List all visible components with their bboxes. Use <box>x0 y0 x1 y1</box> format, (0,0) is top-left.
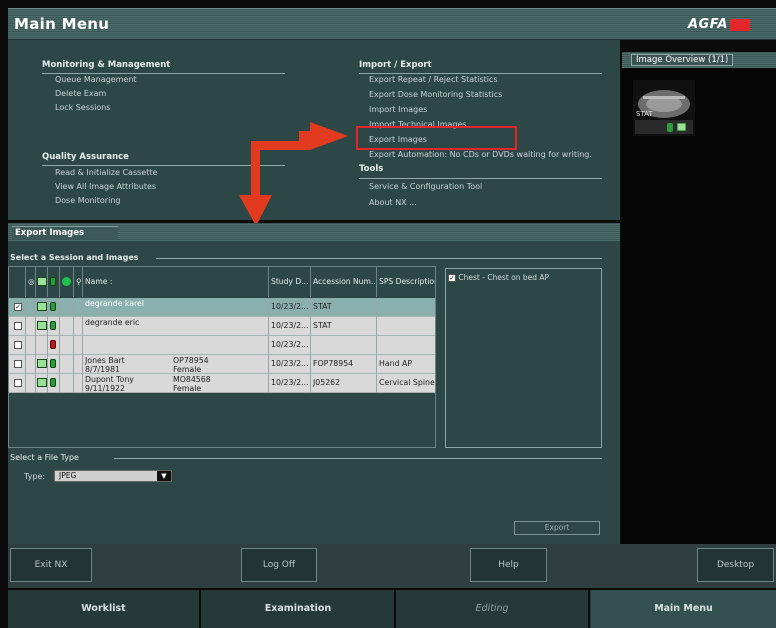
thumb-label: STAT <box>636 110 653 118</box>
export-button[interactable]: Export <box>514 521 600 535</box>
help-button[interactable]: Help <box>470 548 547 582</box>
patient-name: degrande karel <box>83 298 269 317</box>
row-checkbox[interactable] <box>14 322 22 330</box>
log-off-button[interactable]: Log Off <box>241 548 317 582</box>
overview-title: Image Overview (1/1) <box>631 54 734 66</box>
col-name[interactable]: Name : <box>83 267 269 297</box>
col-study-date[interactable]: Study D... <box>269 267 311 297</box>
table-row[interactable]: Jones Bart OP78954 8/7/1981 Female 10/23… <box>9 355 435 374</box>
table-row[interactable]: ✓ degrande karel 10/23/2... STAT <box>9 298 435 317</box>
session-table: ◎ ⚲ Name : Study D... Accession Num... S… <box>8 266 436 448</box>
arrow-horizontal-stem <box>299 131 310 141</box>
sps-description <box>377 336 435 355</box>
type-label: Type: <box>24 472 46 481</box>
file-type-value: JPEG <box>59 471 77 480</box>
accession-number: STAT <box>311 317 377 336</box>
patient-name: Dupont Tony <box>85 375 134 384</box>
patient-info: Dupont Tony MO84568 9/11/1922 Female <box>83 374 269 393</box>
patient-sex: Female <box>173 384 202 393</box>
accession-number: STAT <box>311 298 377 317</box>
patient-name <box>83 336 269 355</box>
export-header: Export Images <box>8 223 620 241</box>
study-date: 10/23/2... <box>269 336 311 355</box>
arrow-vertical-head <box>239 195 272 226</box>
select-file-type-label: Select a File Type <box>10 453 79 462</box>
accession-number: FOP78954 <box>311 355 377 374</box>
sps-description <box>377 298 435 317</box>
table-row[interactable]: 10/23/2... <box>9 336 435 355</box>
key-icon: ⚲ <box>76 277 82 286</box>
study-date: 10/23/2... <box>269 374 311 393</box>
col-person <box>60 267 74 297</box>
accession-number: J05262 <box>311 374 377 393</box>
col-status <box>48 267 60 297</box>
file-type-select[interactable]: JPEG ▼ <box>54 470 172 482</box>
patient-name: degrande eric <box>83 317 269 336</box>
monitor-icon <box>37 277 47 286</box>
study-date: 10/23/2... <box>269 298 311 317</box>
monitor-icon <box>37 359 47 368</box>
row-checkbox[interactable] <box>14 379 22 387</box>
monitor-icon <box>37 321 47 330</box>
study-date: 10/23/2... <box>269 355 311 374</box>
col-check <box>9 267 26 297</box>
col-monitor <box>36 267 48 297</box>
monitor-icon <box>37 302 47 311</box>
main-tab-bar: Worklist Examination Editing Main Menu <box>8 590 776 628</box>
study-date: 10/23/2... <box>269 317 311 336</box>
col-sps[interactable]: SPS Description <box>377 267 435 297</box>
tab-editing[interactable]: Editing <box>396 590 590 628</box>
tab-examination[interactable]: Examination <box>202 590 396 628</box>
export-title: Export Images <box>12 226 119 239</box>
sps-description: Cervical Spine... <box>379 378 435 387</box>
table-row[interactable]: Dupont Tony MO84568 9/11/1922 Female 10/… <box>9 374 435 393</box>
status-green-icon <box>50 321 56 330</box>
patient-info: Jones Bart OP78954 8/7/1981 Female <box>83 355 269 374</box>
status-green-icon <box>50 359 56 368</box>
chevron-down-icon[interactable]: ▼ <box>157 471 171 481</box>
image-thumbnail[interactable]: STAT <box>633 80 695 136</box>
patient-id: MO84568 <box>173 375 211 384</box>
divider <box>156 258 602 259</box>
action-bar: Exit NX Log Off Help Desktop <box>8 544 776 588</box>
overview-header: Image Overview (1/1) <box>622 52 776 68</box>
sps-description <box>377 317 435 336</box>
arrow-horizontal-head <box>310 122 348 150</box>
row-checkbox[interactable] <box>14 360 22 368</box>
desktop-button[interactable]: Desktop <box>697 548 774 582</box>
description-item[interactable]: ✓ Chest - Chest on bed AP <box>448 272 598 284</box>
status-red-icon <box>50 340 56 349</box>
select-session-label: Select a Session and Images <box>10 253 139 262</box>
patient-dob: 9/11/1922 <box>85 384 125 393</box>
patient-id: OP78954 <box>173 356 209 365</box>
person-icon <box>62 277 71 286</box>
col-key: ⚲ <box>74 267 83 297</box>
divider <box>114 458 602 459</box>
sps-description: Hand AP <box>379 359 413 368</box>
tab-main-menu[interactable]: Main Menu <box>591 590 776 628</box>
tab-worklist[interactable]: Worklist <box>8 590 201 628</box>
col-eye: ◎ <box>26 267 36 297</box>
image-description-list: ✓ Chest - Chest on bed AP <box>445 268 602 448</box>
eye-icon: ◎ <box>28 277 35 286</box>
patient-sex: Female <box>173 365 202 374</box>
arrow-vertical-stem <box>251 141 260 195</box>
exit-nx-button[interactable]: Exit NX <box>10 548 92 582</box>
col-accession[interactable]: Accession Num... <box>311 267 377 297</box>
description-checkbox[interactable]: ✓ <box>448 274 456 282</box>
status-green-icon <box>50 378 56 387</box>
patient-name: Jones Bart <box>85 356 125 365</box>
table-row[interactable]: degrande eric 10/23/2... STAT <box>9 317 435 336</box>
patient-dob: 8/7/1981 <box>85 365 121 374</box>
row-checkbox[interactable] <box>14 341 22 349</box>
accession-number <box>311 336 377 355</box>
status-green-icon <box>50 302 56 311</box>
xray-image <box>633 80 695 136</box>
image-overview-panel: Image Overview (1/1) STAT <box>622 52 776 544</box>
row-checkbox[interactable]: ✓ <box>14 303 22 311</box>
monitor-icon <box>37 378 47 387</box>
status-icon <box>50 277 56 286</box>
description-label: Chest - Chest on bed AP <box>458 273 550 282</box>
